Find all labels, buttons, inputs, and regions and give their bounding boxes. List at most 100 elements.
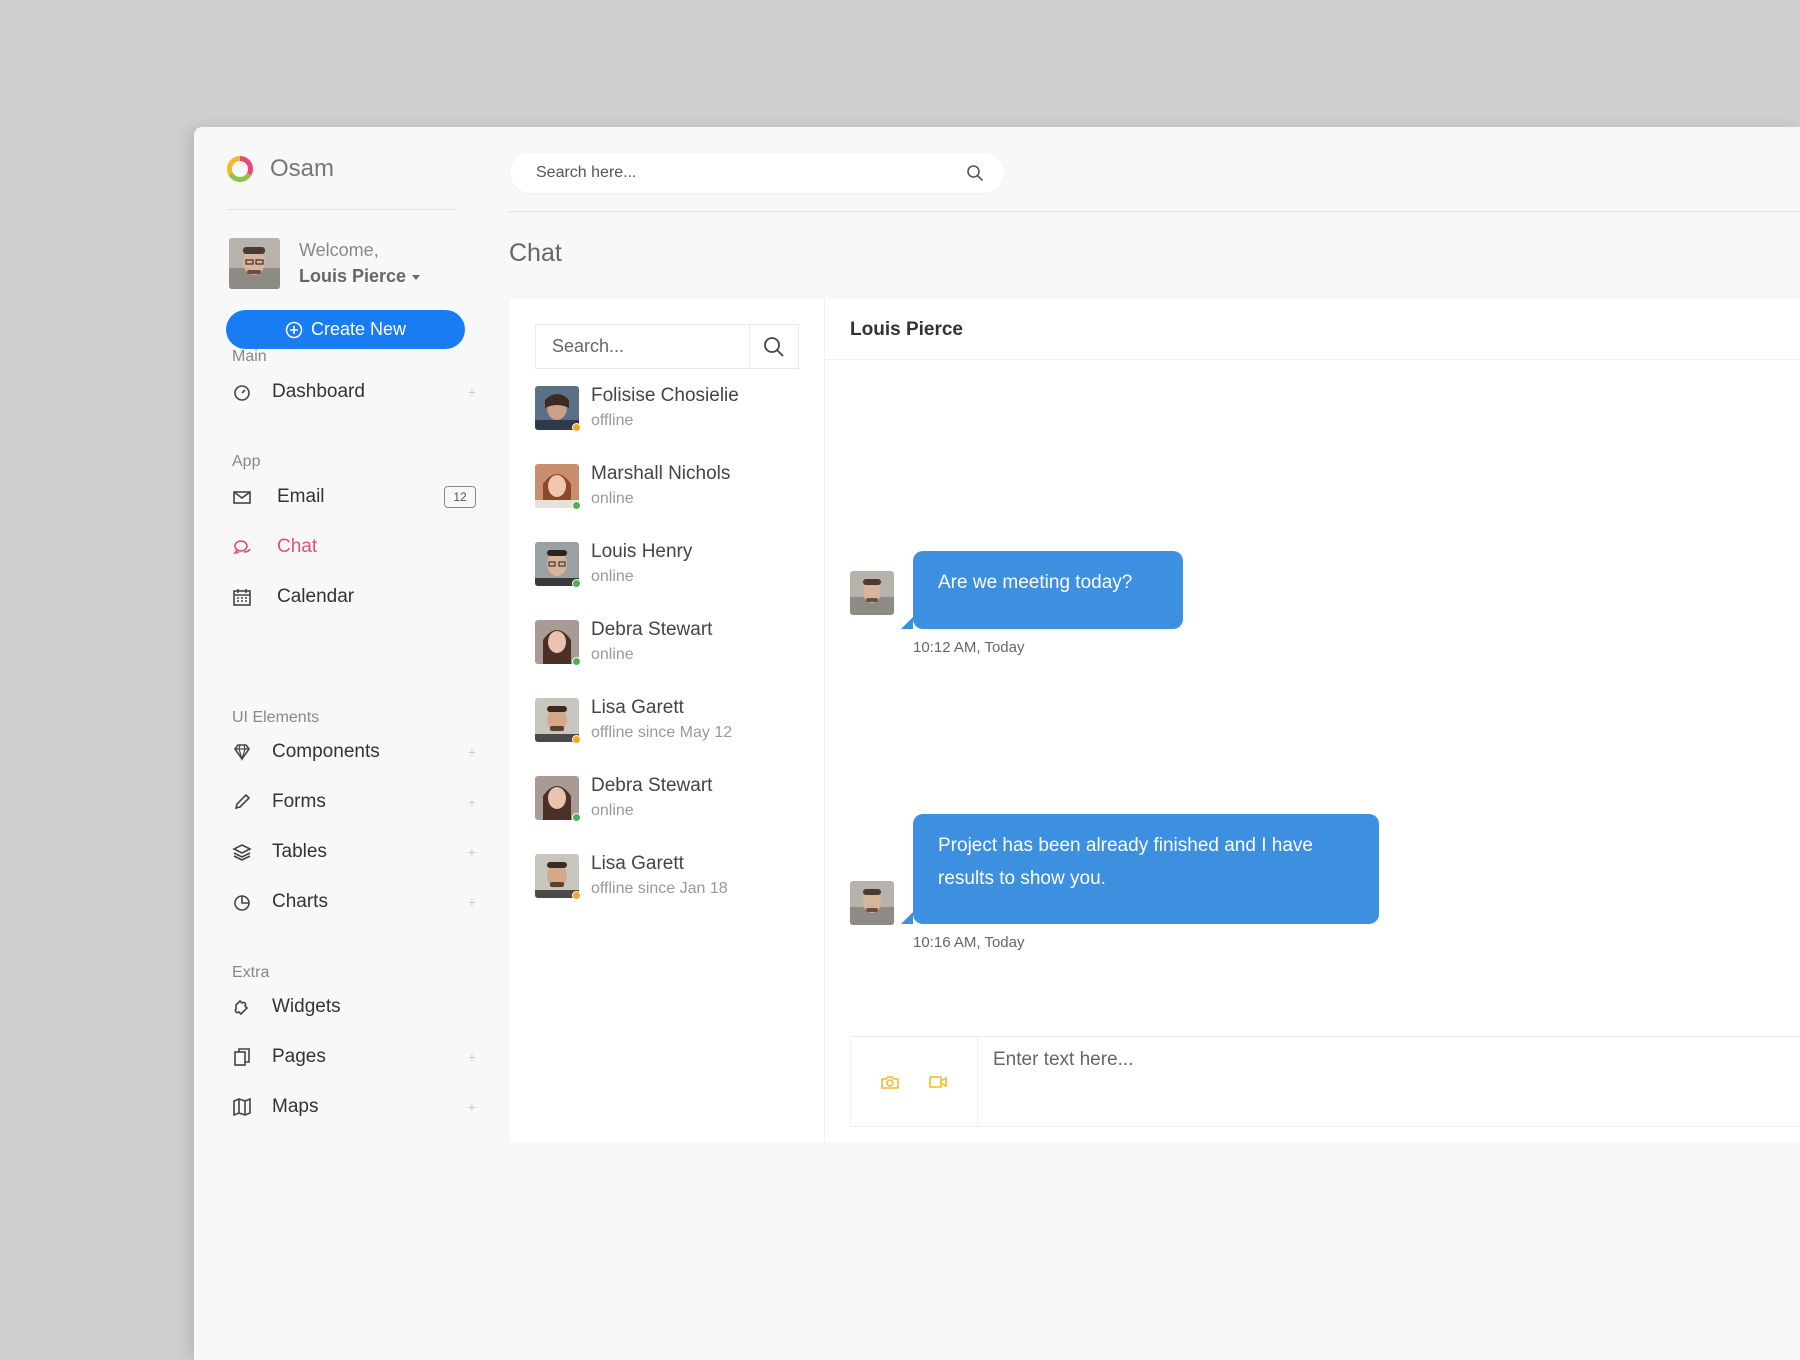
page-title: Chat	[509, 239, 562, 267]
sidebar-item-pages[interactable]: Pages +	[232, 1042, 476, 1072]
brand[interactable]: Osam	[226, 155, 334, 183]
contact-item[interactable]: Folisise Chosielie offline	[535, 384, 815, 440]
pie-chart-icon	[232, 892, 252, 912]
calendar-icon	[232, 587, 252, 607]
nav-section-main: Main	[232, 348, 267, 365]
expand-icon[interactable]: +	[468, 794, 476, 810]
contact-status: online	[591, 802, 634, 819]
expand-icon[interactable]: +	[468, 844, 476, 860]
message-composer	[850, 1036, 1800, 1127]
user-panel: Welcome, Louis Pierce	[229, 238, 421, 290]
conversation-name: Louis Pierce	[850, 319, 963, 340]
expand-icon[interactable]: +	[468, 894, 476, 910]
sidebar-item-dashboard[interactable]: Dashboard +	[232, 377, 476, 407]
online-status-dot	[572, 579, 581, 588]
sidebar-item-label: Tables	[272, 841, 327, 862]
mail-icon	[232, 487, 252, 507]
offline-status-dot	[572, 423, 581, 432]
gauge-icon	[232, 382, 252, 402]
sidebar-item-maps[interactable]: Maps +	[232, 1092, 476, 1122]
top-search-bar	[510, 153, 1004, 193]
sidebar-item-chat[interactable]: Chat	[232, 532, 476, 562]
sidebar-item-label: Forms	[272, 791, 326, 812]
message-input[interactable]	[991, 1047, 1795, 1111]
offline-status-dot	[572, 735, 581, 744]
sidebar-item-email[interactable]: Email 12	[232, 482, 476, 512]
message-avatar	[850, 881, 894, 925]
sidebar-item-label: Email	[277, 486, 325, 507]
sidebar-divider	[226, 209, 456, 210]
brand-name: Osam	[270, 155, 335, 182]
conversation-header: Louis Pierce	[824, 299, 1800, 360]
contact-item[interactable]: Louis Henry online	[535, 540, 815, 596]
sidebar: Osam Welcome, Louis Pierce Create New Ma…	[194, 127, 494, 1360]
user-name: Louis Pierce	[299, 266, 407, 286]
app-window: Osam Welcome, Louis Pierce Create New Ma…	[194, 127, 1800, 1360]
expand-icon[interactable]: +	[468, 1099, 476, 1115]
contact-item[interactable]: Lisa Garett offline since Jan 18	[535, 852, 815, 908]
sidebar-item-charts[interactable]: Charts +	[232, 887, 476, 917]
welcome-text: Welcome,	[299, 240, 379, 260]
create-new-label: Create New	[310, 319, 407, 339]
nav-section-app: App	[232, 453, 261, 470]
contact-item[interactable]: Debra Stewart online	[535, 774, 815, 830]
camera-icon[interactable]	[880, 1072, 900, 1092]
contacts-search-input[interactable]	[550, 335, 749, 358]
diamond-icon	[232, 742, 252, 762]
user-menu[interactable]: Louis Pierce	[299, 262, 421, 290]
contact-status: online	[591, 568, 634, 585]
layers-icon	[232, 842, 252, 862]
contact-name: Folisise Chosielie	[591, 385, 739, 406]
expand-icon[interactable]: +	[468, 1049, 476, 1065]
contact-name: Debra Stewart	[591, 775, 713, 796]
online-status-dot	[572, 501, 581, 510]
top-divider	[508, 211, 1800, 212]
contact-name: Debra Stewart	[591, 619, 713, 640]
message-bubble: Are we meeting today?	[901, 551, 1183, 629]
video-icon[interactable]	[928, 1072, 948, 1092]
create-new-button[interactable]: Create New	[226, 310, 465, 349]
search-icon	[764, 336, 784, 357]
contacts-search	[535, 324, 799, 369]
sidebar-item-components[interactable]: Components +	[232, 737, 476, 767]
email-count-badge: 12	[444, 486, 476, 508]
message-time: 10:12 AM, Today	[913, 639, 1025, 656]
contact-item[interactable]: Lisa Garett offline since May 12	[535, 696, 815, 752]
sidebar-item-forms[interactable]: Forms +	[232, 787, 476, 817]
message-bubble: Project has been already finished and I …	[901, 814, 1379, 924]
files-icon	[232, 1047, 252, 1067]
sidebar-item-label: Charts	[272, 891, 328, 912]
sidebar-item-label: Components	[272, 741, 380, 762]
message-time: 10:16 AM, Today	[913, 934, 1025, 951]
contact-name: Louis Henry	[591, 541, 693, 562]
contact-name: Lisa Garett	[591, 853, 684, 874]
sidebar-item-widgets[interactable]: Widgets	[232, 992, 476, 1022]
chat-card: Folisise Chosielie offline Marshall Nicho…	[510, 299, 1800, 1142]
nav-section-ui-elements: UI Elements	[232, 709, 320, 726]
online-status-dot	[572, 813, 581, 822]
top-search-input[interactable]	[534, 163, 966, 183]
sidebar-item-label: Maps	[272, 1096, 319, 1117]
caret-down-icon	[412, 274, 421, 280]
search-icon[interactable]	[966, 164, 984, 182]
expand-icon[interactable]: +	[468, 744, 476, 760]
expand-icon[interactable]: +	[468, 384, 476, 400]
pencil-icon	[232, 792, 252, 812]
contact-item[interactable]: Marshall Nichols online	[535, 462, 815, 518]
nav-section-extra: Extra	[232, 964, 270, 981]
sidebar-item-label: Widgets	[272, 996, 341, 1017]
contact-status: offline	[591, 412, 634, 429]
sidebar-item-label: Dashboard	[272, 381, 365, 402]
sidebar-item-label: Pages	[272, 1046, 326, 1067]
sidebar-item-tables[interactable]: Tables +	[232, 837, 476, 867]
contacts-search-button[interactable]	[749, 325, 798, 368]
user-avatar	[229, 238, 280, 289]
chat-bubbles-icon	[232, 537, 252, 557]
contact-item[interactable]: Debra Stewart online	[535, 618, 815, 674]
online-status-dot	[572, 657, 581, 666]
contact-name: Marshall Nichols	[591, 463, 731, 484]
contact-status: online	[591, 490, 634, 507]
sidebar-item-calendar[interactable]: Calendar	[232, 582, 476, 612]
conversation-panel: Louis Pierce Are we meeting today? 10:12…	[824, 299, 1800, 1142]
offline-status-dot	[572, 891, 581, 900]
